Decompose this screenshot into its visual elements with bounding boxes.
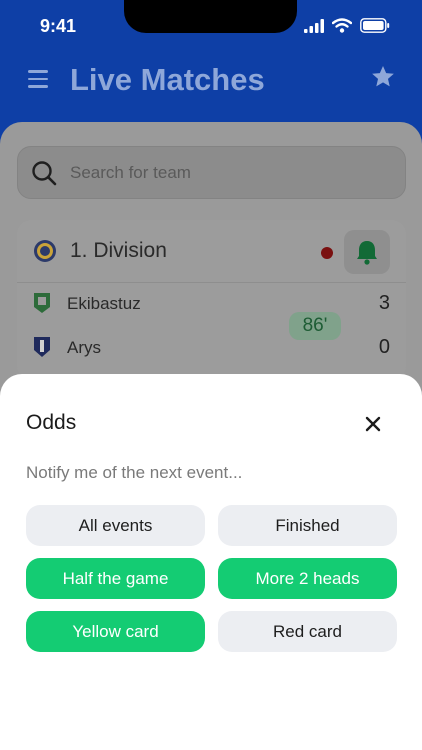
away-team-badge-icon bbox=[34, 337, 50, 357]
away-team-score: 0 bbox=[378, 336, 390, 358]
notify-button[interactable] bbox=[344, 230, 390, 274]
status-icons bbox=[304, 18, 390, 33]
sheet-title: Odds bbox=[26, 411, 77, 434]
home-team-badge-icon bbox=[34, 293, 50, 313]
search-bar[interactable] bbox=[17, 146, 406, 199]
bell-icon bbox=[357, 241, 377, 265]
device-notch bbox=[124, 0, 297, 33]
signal-icon bbox=[304, 18, 324, 33]
away-team-row: Arys 0 bbox=[17, 328, 406, 368]
page-title: Live Matches bbox=[70, 62, 265, 97]
divider bbox=[17, 282, 406, 283]
wifi-icon bbox=[332, 18, 352, 33]
option-all-events[interactable]: All events bbox=[26, 505, 205, 546]
match-card[interactable]: 1. Division Ekibastuz 3 Arys 0 86' bbox=[17, 220, 406, 380]
sheet-subtitle: Notify me of the next event... bbox=[26, 463, 243, 482]
option-half-the-game[interactable]: Half the game bbox=[26, 558, 205, 599]
option-finished[interactable]: Finished bbox=[218, 505, 397, 546]
odds-bottom-sheet: Odds Notify me of the next event... All … bbox=[0, 374, 422, 750]
status-time: 9:41 bbox=[40, 16, 77, 36]
option-red-card[interactable]: Red card bbox=[218, 611, 397, 652]
away-team-name: Arys bbox=[67, 338, 101, 357]
league-logo-icon bbox=[34, 240, 56, 262]
option-yellow-card[interactable]: Yellow card bbox=[26, 611, 205, 652]
status-bar: 9:41 bbox=[0, 0, 422, 52]
star-icon[interactable] bbox=[370, 64, 396, 90]
live-indicator bbox=[321, 247, 333, 259]
menu-icon[interactable] bbox=[28, 70, 50, 90]
match-minute-badge: 86' bbox=[289, 312, 341, 340]
search-icon bbox=[32, 161, 57, 186]
option-more-2-heads[interactable]: More 2 heads bbox=[218, 558, 397, 599]
home-team-row: Ekibastuz 3 bbox=[17, 284, 406, 324]
home-team-name: Ekibastuz bbox=[67, 294, 141, 313]
league-name: 1. Division bbox=[70, 239, 167, 262]
app-header: Live Matches bbox=[0, 52, 422, 122]
search-input[interactable] bbox=[70, 161, 390, 185]
close-icon[interactable] bbox=[360, 411, 386, 437]
battery-icon bbox=[360, 18, 390, 33]
home-team-score: 3 bbox=[378, 292, 390, 314]
notification-options: All events Finished Half the game More 2… bbox=[26, 505, 397, 652]
league-row: 1. Division bbox=[17, 220, 406, 282]
